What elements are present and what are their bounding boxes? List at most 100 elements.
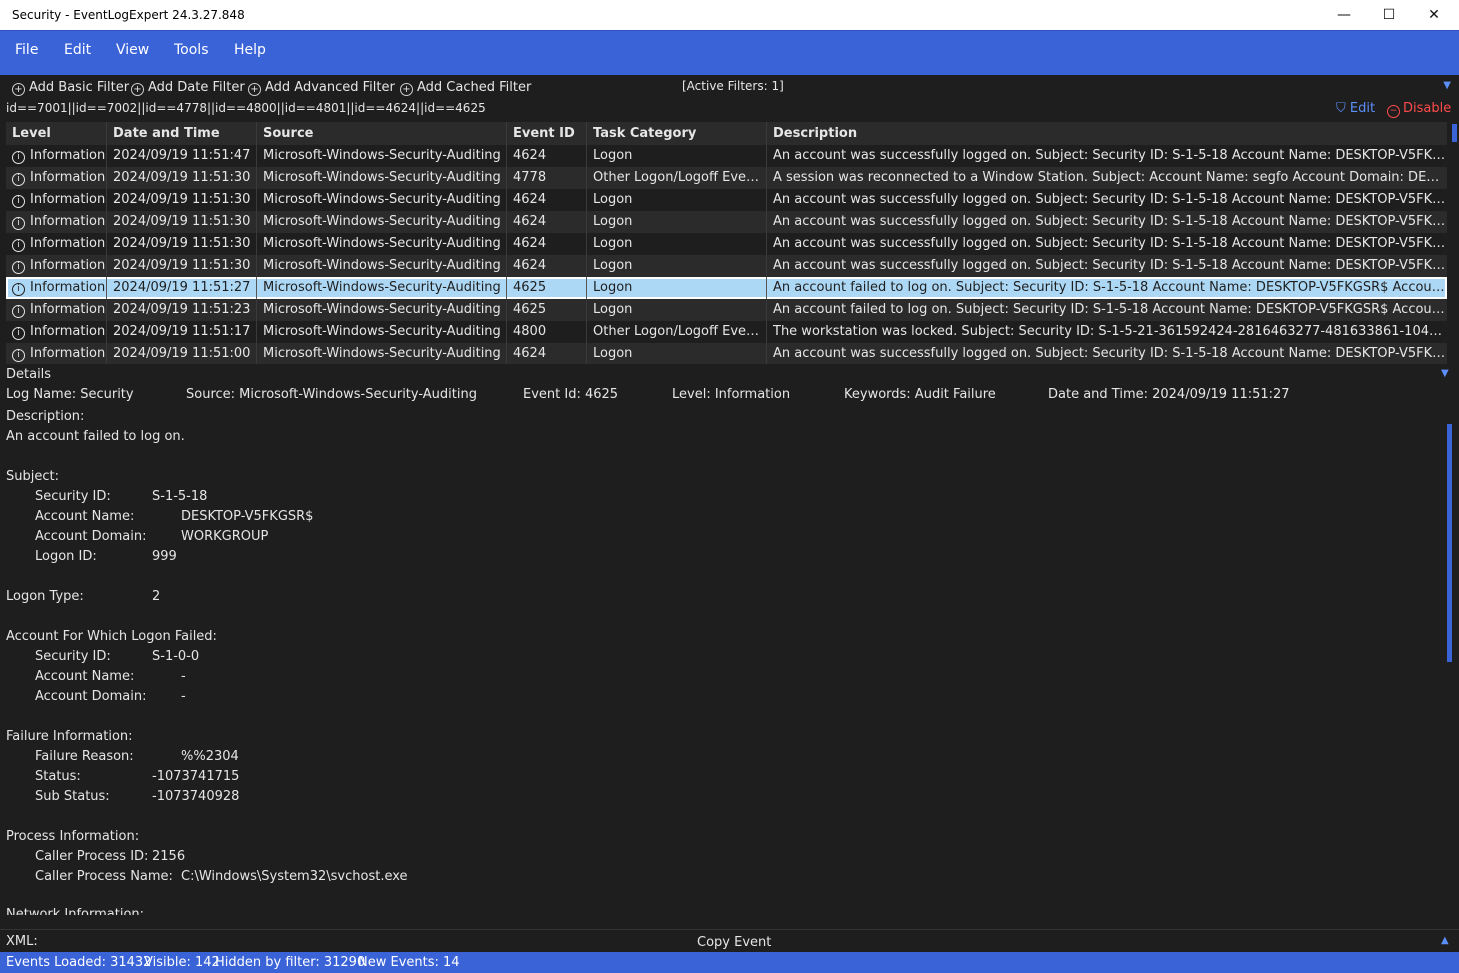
column-header-event-id[interactable]: Event ID <box>507 122 587 145</box>
event-description[interactable]: Description: An account failed to log on… <box>6 407 1441 915</box>
cell-level: i Information <box>6 167 107 189</box>
cell-description-text: An account was successfully logged on. S… <box>773 148 1447 163</box>
cell-level: i Information <box>6 277 107 299</box>
add-advanced-filter-button[interactable]: + Add Advanced Filter <box>248 80 395 96</box>
column-header-level[interactable]: Level <box>6 122 107 145</box>
cell-level: i Information <box>6 321 107 343</box>
status-visible: Visible: 142 <box>144 955 220 970</box>
cell-event-id: 4624 <box>507 189 587 211</box>
failure-info-label: Failure Information: <box>6 729 133 744</box>
table-row[interactable]: i Information 2024/09/19 11:51:17 Microsoft… <box>6 321 1447 343</box>
menu-help[interactable]: Help <box>234 42 266 58</box>
cell-event-id-text: 4624 <box>513 148 547 163</box>
logon-type: 2 <box>152 589 161 604</box>
add-cached-filter-label: Add Cached Filter <box>417 80 532 95</box>
cell-level-text: Information <box>30 192 106 207</box>
info-icon: i <box>12 217 25 230</box>
cell-level: i Information <box>6 145 107 167</box>
menu-view[interactable]: View <box>116 42 149 58</box>
chevron-down-icon[interactable]: ▼ <box>1443 80 1451 91</box>
cell-source-text: Microsoft-Windows-Security-Auditing <box>263 280 501 295</box>
minimize-button[interactable]: — <box>1321 0 1367 30</box>
cell-description: An account was successfully logged on. S… <box>767 211 1447 233</box>
column-header-source[interactable]: Source <box>257 122 507 145</box>
status-bar: Events Loaded: 31432 Visible: 142 Hidden… <box>0 952 1459 973</box>
cell-date-text: 2024/09/19 11:51:27 <box>113 280 251 295</box>
detail-date-time: Date and Time: 2024/09/19 11:51:27 <box>1048 387 1290 402</box>
cell-source-text: Microsoft-Windows-Security-Auditing <box>263 192 501 207</box>
filter-bar: + Add Basic Filter + Add Date Filter + Add … <box>0 75 1459 99</box>
edit-filter-button[interactable]: ⛉ Edit <box>1336 101 1375 116</box>
table-row[interactable]: i Information 2024/09/19 11:51:23 Microsoft… <box>6 299 1447 321</box>
column-header-description[interactable]: Description <box>767 122 1447 145</box>
cell-event-id: 4624 <box>507 343 587 364</box>
cell-description-text: An account was successfully logged on. S… <box>773 192 1447 207</box>
cell-description: An account was successfully logged on. S… <box>767 233 1447 255</box>
table-row[interactable]: i Information 2024/09/19 11:51:30 Microsoft… <box>6 167 1447 189</box>
add-basic-filter-button[interactable]: + Add Basic Filter <box>12 80 129 96</box>
subject-logon-id-label: Logon ID: <box>35 549 97 564</box>
subject-account-name-label: Account Name: <box>35 509 135 524</box>
cell-level: i Information <box>6 299 107 321</box>
cell-date-text: 2024/09/19 11:51:30 <box>113 236 251 251</box>
subject-account-domain-label: Account Domain: <box>35 529 147 544</box>
cell-source-text: Microsoft-Windows-Security-Auditing <box>263 148 501 163</box>
column-header-date[interactable]: Date and Time <box>107 122 257 145</box>
plus-circle-icon: + <box>248 83 261 96</box>
detail-event-id: Event Id: 4625 <box>523 387 619 402</box>
chevron-down-icon[interactable]: ▼ <box>1441 368 1449 379</box>
cell-description: A session was reconnected to a Window St… <box>767 167 1447 189</box>
cell-description: An account was successfully logged on. S… <box>767 189 1447 211</box>
table-row[interactable]: i Information 2024/09/19 11:51:30 Microsoft… <box>6 211 1447 233</box>
event-table: Level Date and Time Source Event ID Task… <box>6 122 1449 364</box>
close-button[interactable]: ✕ <box>1411 0 1457 30</box>
table-row[interactable]: i Information 2024/09/19 11:51:30 Microsoft… <box>6 255 1447 277</box>
cell-description-text: An account was successfully logged on. S… <box>773 258 1447 273</box>
copy-event-button[interactable]: Copy Event <box>697 935 771 950</box>
filter-expression[interactable]: id==7001||id==7002||id==4778||id==4800||… <box>6 101 486 115</box>
maximize-button[interactable]: ☐ <box>1366 0 1412 30</box>
cell-description-text: A session was reconnected to a Window St… <box>773 170 1447 185</box>
cell-level-text: Information <box>30 236 106 251</box>
title-bar: Security - EventLogExpert 24.3.27.848 — … <box>0 0 1459 30</box>
add-cached-filter-button[interactable]: + Add Cached Filter <box>400 80 531 96</box>
plus-circle-icon: + <box>400 83 413 96</box>
cell-date-text: 2024/09/19 11:51:30 <box>113 258 251 273</box>
table-row[interactable]: i Information 2024/09/19 11:51:47 Microsoft… <box>6 145 1447 167</box>
info-icon: i <box>12 349 25 362</box>
cell-description: An account was successfully logged on. S… <box>767 145 1447 167</box>
table-scrollbar[interactable] <box>1452 124 1457 142</box>
cell-source: Microsoft-Windows-Security-Auditing <box>257 211 507 233</box>
cell-task-category-text: Logon <box>593 148 633 163</box>
cell-description: An account failed to log on. Subject: Se… <box>767 299 1447 321</box>
table-row[interactable]: i Information 2024/09/19 11:51:00 Microsoft… <box>6 343 1447 364</box>
column-header-task-category[interactable]: Task Category <box>587 122 767 145</box>
menu-tools[interactable]: Tools <box>174 42 209 58</box>
cell-source-text: Microsoft-Windows-Security-Auditing <box>263 302 501 317</box>
table-row[interactable]: i Information 2024/09/19 11:51:27 Microsoft… <box>6 277 1447 299</box>
cell-date: 2024/09/19 11:51:27 <box>107 277 257 299</box>
description-message: An account failed to log on. <box>6 429 185 444</box>
cell-event-id: 4625 <box>507 277 587 299</box>
details-scrollbar[interactable] <box>1447 424 1452 662</box>
cell-source: Microsoft-Windows-Security-Auditing <box>257 343 507 364</box>
menu-file[interactable]: File <box>15 42 38 58</box>
network-info-label: Network Information: <box>6 907 145 915</box>
minus-circle-icon: − <box>1387 105 1400 118</box>
disable-filter-label: Disable <box>1403 101 1452 116</box>
disable-filter-button[interactable]: − Disable <box>1387 101 1451 118</box>
table-row[interactable]: i Information 2024/09/19 11:51:30 Microsoft… <box>6 189 1447 211</box>
cell-event-id: 4625 <box>507 299 587 321</box>
cell-description-text: An account was successfully logged on. S… <box>773 214 1447 229</box>
cell-task-category-text: Logon <box>593 236 633 251</box>
menu-edit[interactable]: Edit <box>64 42 91 58</box>
cell-date: 2024/09/19 11:51:17 <box>107 321 257 343</box>
add-date-filter-button[interactable]: + Add Date Filter <box>131 80 245 96</box>
chevron-up-icon[interactable]: ▲ <box>1441 935 1449 946</box>
add-date-filter-label: Add Date Filter <box>148 80 245 95</box>
cell-source-text: Microsoft-Windows-Security-Auditing <box>263 214 501 229</box>
table-row[interactable]: i Information 2024/09/19 11:51:30 Microsoft… <box>6 233 1447 255</box>
cell-source-text: Microsoft-Windows-Security-Auditing <box>263 170 501 185</box>
subject-account-name: DESKTOP-V5FKGSR$ <box>181 509 314 524</box>
failure-reason: %%2304 <box>181 749 239 764</box>
